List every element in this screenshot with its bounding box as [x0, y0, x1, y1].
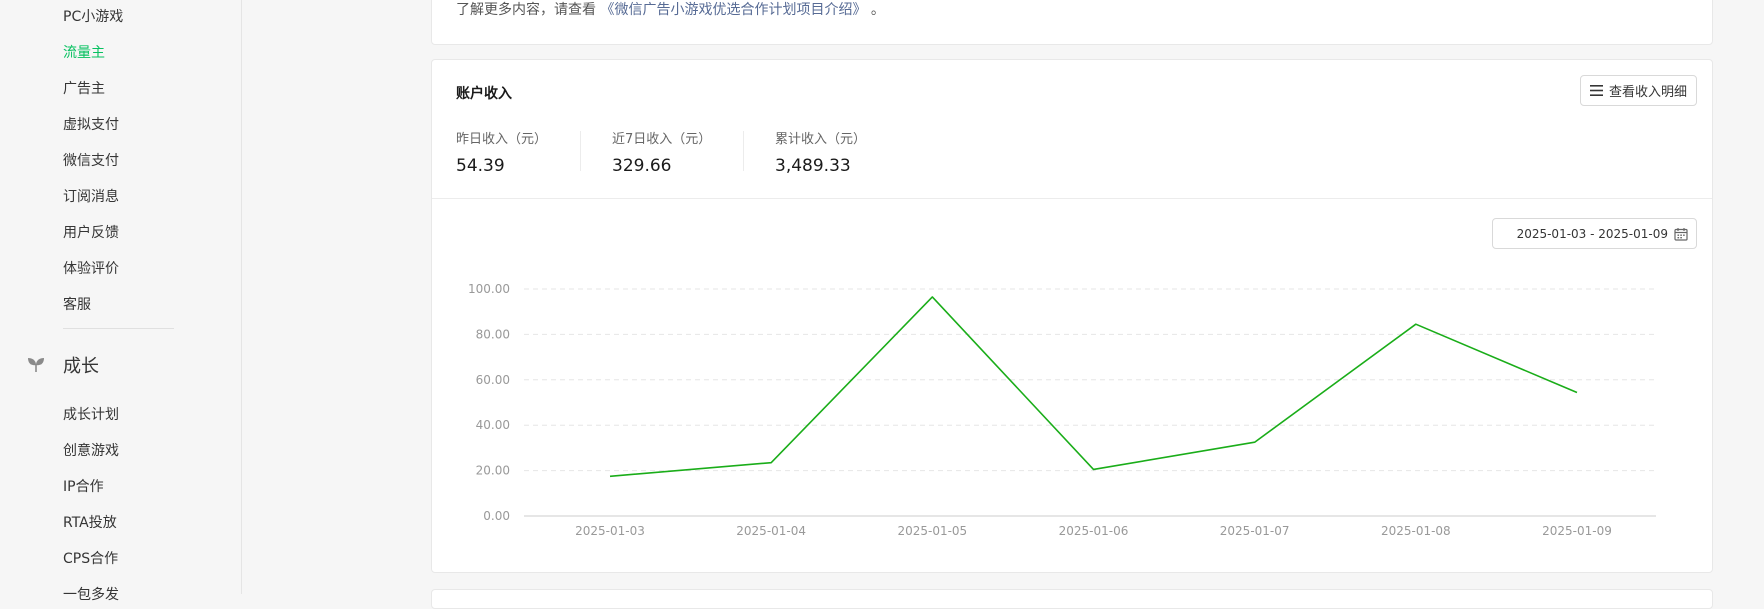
next-card	[431, 589, 1713, 609]
sidebar-item-pc-games[interactable]: PC小游戏	[63, 6, 123, 26]
sidebar-item-publisher[interactable]: 流量主	[63, 42, 105, 62]
x-tick-label: 2025-01-05	[897, 524, 967, 538]
x-tick-label: 2025-01-09	[1542, 524, 1612, 538]
sidebar-item-wechat-pay[interactable]: 微信支付	[63, 150, 119, 170]
sidebar-item-growth-plan[interactable]: 成长计划	[63, 404, 119, 424]
y-tick-label: 60.00	[476, 373, 510, 387]
intro-suffix: 。	[870, 2, 885, 18]
sidebar-divider	[63, 328, 174, 329]
income-card: 账户收入 查看收入明细 昨日收入（元） 54.39 近7日收入（元） 329.6…	[431, 59, 1713, 573]
sidebar: PC小游戏 流量主 广告主 虚拟支付 微信支付 订阅消息 用户反馈 体验评价 客…	[0, 0, 242, 603]
sidebar-item-multi-publish[interactable]: 一包多发	[63, 584, 119, 604]
y-tick-label: 20.00	[476, 464, 510, 478]
x-tick-label: 2025-01-04	[736, 524, 806, 538]
sprout-icon	[26, 353, 46, 377]
y-tick-label: 100.00	[468, 282, 510, 296]
sidebar-section-growth[interactable]: 成长	[63, 352, 99, 378]
intro-doc-link[interactable]: 《微信广告小游戏优选合作计划项目介绍》	[600, 2, 866, 18]
sidebar-item-creative-games[interactable]: 创意游戏	[63, 440, 119, 460]
sidebar-item-feedback[interactable]: 用户反馈	[63, 222, 119, 242]
intro-text: 了解更多内容，请查看 《微信广告小游戏优选合作计划项目介绍》 。	[456, 0, 885, 19]
intro-card: 了解更多内容，请查看 《微信广告小游戏优选合作计划项目介绍》 。	[431, 0, 1713, 45]
sidebar-item-virtual-payment[interactable]: 虚拟支付	[63, 114, 119, 134]
intro-prefix: 了解更多内容，请查看	[456, 2, 596, 18]
x-tick-label: 2025-01-03	[575, 524, 645, 538]
sidebar-item-cps[interactable]: CPS合作	[63, 548, 118, 568]
sidebar-item-advertiser[interactable]: 广告主	[63, 78, 105, 98]
series-line	[609, 296, 1578, 478]
sidebar-item-subscription[interactable]: 订阅消息	[63, 186, 119, 206]
sidebar-item-customer-service[interactable]: 客服	[63, 294, 91, 314]
sidebar-item-rta[interactable]: RTA投放	[63, 512, 117, 532]
x-tick-label: 2025-01-07	[1220, 524, 1290, 538]
y-tick-label: 40.00	[476, 418, 510, 432]
y-tick-label: 80.00	[476, 327, 510, 341]
x-tick-label: 2025-01-06	[1059, 524, 1129, 538]
sidebar-item-experience-review[interactable]: 体验评价	[63, 258, 119, 278]
income-line-chart: 0.00 20.00 40.00 60.00 80.00 100.00 2025-01-03…	[468, 282, 1656, 538]
y-tick-label: 0.00	[483, 509, 510, 523]
x-tick-label: 2025-01-08	[1381, 524, 1451, 538]
sidebar-item-ip-cooperation[interactable]: IP合作	[63, 476, 104, 496]
